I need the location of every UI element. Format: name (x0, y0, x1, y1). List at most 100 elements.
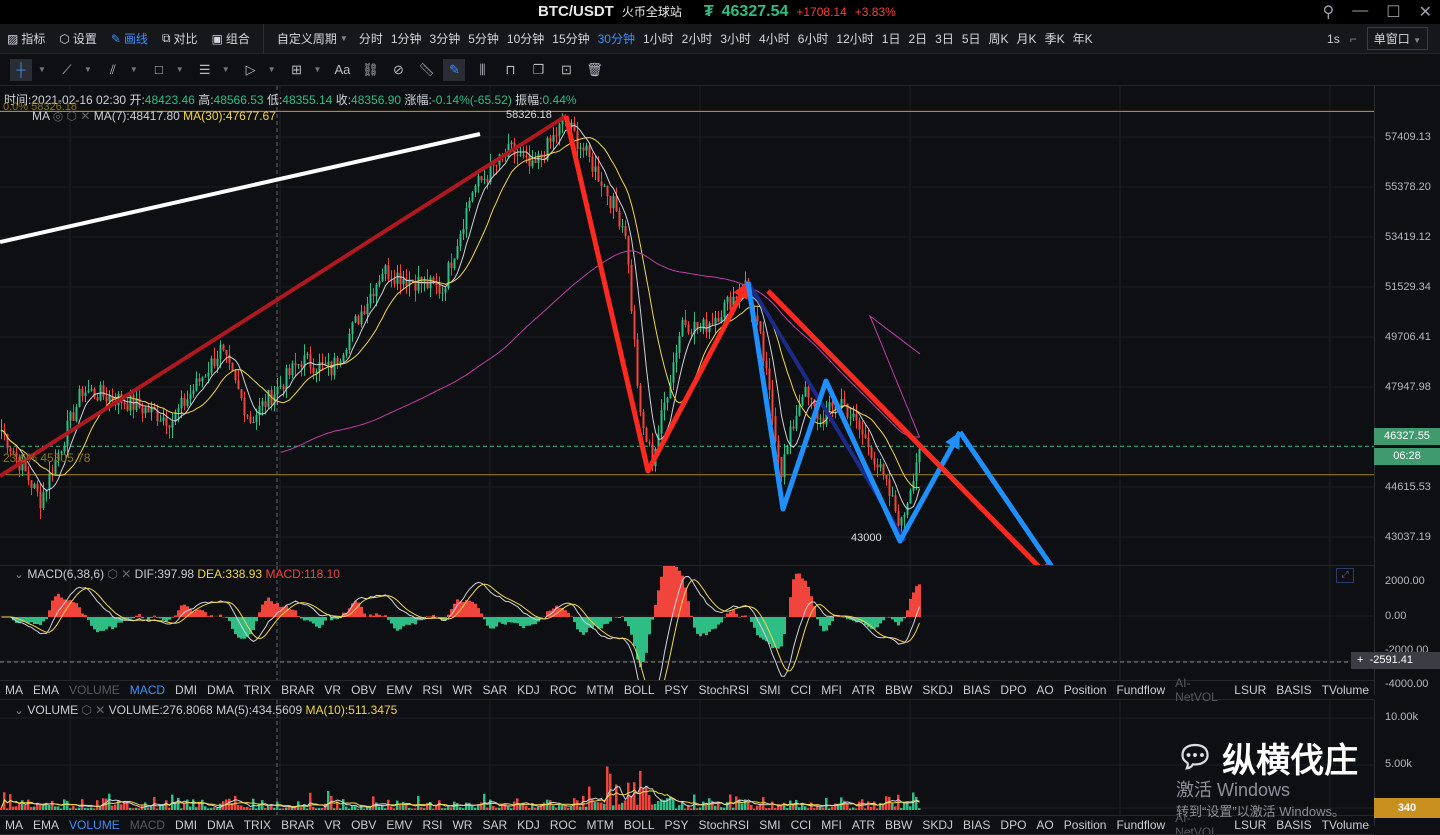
period-8[interactable]: 2小时 (678, 30, 717, 47)
volume-chart[interactable] (0, 700, 1374, 815)
ruler-icon[interactable]: 📏︎ (415, 59, 437, 81)
close-icon[interactable]: ✕ (1419, 2, 1432, 22)
indicator-tab-ao[interactable]: AO (1031, 683, 1058, 697)
chevron-down-icon[interactable]: ▼ (84, 65, 92, 74)
indicator-tab-dma[interactable]: DMA (202, 818, 239, 832)
indicator-tab-dmi[interactable]: DMI (170, 683, 202, 697)
indicator-tab-kdj[interactable]: KDJ (512, 818, 545, 832)
indicator-tab-trix[interactable]: TRIX (239, 818, 276, 832)
indicator-tab-basis[interactable]: BASIS (1271, 818, 1316, 832)
period-1[interactable]: 1分钟 (387, 30, 426, 47)
indicator-tab-dpo[interactable]: DPO (995, 818, 1031, 832)
indicator-tab-mtm[interactable]: MTM (581, 683, 618, 697)
chevron-down-icon[interactable]: ▼ (314, 65, 322, 74)
indicator-tab-roc[interactable]: ROC (545, 818, 582, 832)
indicator-tab-wr[interactable]: WR (447, 818, 477, 832)
draw-button[interactable]: ✎画线 (104, 30, 155, 47)
eye-icon[interactable]: ◎ (53, 109, 63, 123)
indicator-tab-bbw[interactable]: BBW (880, 683, 917, 697)
indicator-tab-vr[interactable]: VR (319, 818, 346, 832)
chevron-down-icon[interactable]: ▼ (268, 65, 276, 74)
lock-icon[interactable]: ⊓ (499, 59, 521, 81)
maximize-icon[interactable]: ☐ (1386, 2, 1400, 22)
indicator-tab-smi[interactable]: SMI (754, 818, 785, 832)
indicator-tab-skdj[interactable]: SKDJ (917, 683, 958, 697)
indicator-tab-cci[interactable]: CCI (786, 683, 817, 697)
compare-button[interactable]: ⧉对比 (155, 30, 205, 47)
trash-icon[interactable]: 🗑︎ (583, 59, 605, 81)
close-icon[interactable]: ✕ (80, 109, 90, 123)
indicator-tab-macd[interactable]: MACD (125, 818, 170, 832)
period-16[interactable]: 5日 (958, 30, 985, 47)
macd-axis[interactable]: 2000.00 0.00 -2000.00 -4000.00 (1374, 565, 1440, 695)
settings-button[interactable]: ⬡设置 (52, 30, 104, 47)
indicator-tab-fundflow[interactable]: Fundflow (1111, 818, 1170, 832)
chevron-down-icon[interactable]: ▼ (38, 65, 46, 74)
indicator-tab-cci[interactable]: CCI (786, 818, 817, 832)
indicator-tab-sar[interactable]: SAR (477, 818, 512, 832)
gear-icon[interactable]: ⬡ (107, 567, 117, 581)
indicator-tab-ao[interactable]: AO (1031, 818, 1058, 832)
bookmark-icon[interactable]: ❐ (527, 59, 549, 81)
indicator-tab-dpo[interactable]: DPO (995, 683, 1031, 697)
indicator-tab-macd[interactable]: MACD (125, 683, 170, 697)
window-mode-select[interactable]: 单窗口 ▼ (1367, 27, 1428, 50)
candlestick-chart[interactable] (0, 86, 1374, 565)
indicator-tab-boll[interactable]: BOLL (619, 683, 660, 697)
period-17[interactable]: 周K (985, 30, 1013, 47)
indicator-tab-brar[interactable]: BRAR (276, 818, 319, 832)
indicator-tab-ma[interactable]: MA (0, 683, 28, 697)
parallel-channel-icon[interactable]: ⫽ (102, 59, 124, 81)
indicator-tab-roc[interactable]: ROC (545, 683, 582, 697)
period-4[interactable]: 10分钟 (503, 30, 548, 47)
custom-period-dropdown[interactable]: 自定义周期▼ (270, 30, 355, 47)
period-13[interactable]: 1日 (878, 30, 905, 47)
chevron-down-icon[interactable]: ▼ (176, 65, 184, 74)
close-icon[interactable]: ✕ (95, 703, 105, 717)
indicator-tab-lsur[interactable]: LSUR (1229, 818, 1271, 832)
indicator-tab-sar[interactable]: SAR (477, 683, 512, 697)
indicator-tab-mtm[interactable]: MTM (581, 818, 618, 832)
period-0[interactable]: 分时 (355, 30, 387, 47)
period-19[interactable]: 季K (1041, 30, 1069, 47)
indicator-tab-stochrsi[interactable]: StochRSI (694, 683, 755, 697)
combine-button[interactable]: ▣组合 (205, 30, 257, 47)
fib-levels-icon[interactable]: ☰ (194, 59, 216, 81)
pattern-icon[interactable]: ▷ (240, 59, 262, 81)
symbol[interactable]: BTC/USDT (538, 3, 614, 20)
indicator-tab-stochrsi[interactable]: StochRSI (694, 818, 755, 832)
indicator-button[interactable]: ▨指标 (0, 30, 52, 47)
link-icon[interactable]: ⛓ (359, 59, 381, 81)
rectangle-icon[interactable]: □ (148, 59, 170, 81)
indicator-tab-boll[interactable]: BOLL (619, 818, 660, 832)
fixed-icon[interactable]: ⫼ (471, 59, 493, 81)
indicator-tab-bias[interactable]: BIAS (958, 683, 995, 697)
indicator-tab-emv[interactable]: EMV (381, 683, 417, 697)
price-axis[interactable]: 57409.1355378.2053419.1251529.3449706.41… (1374, 86, 1440, 565)
indicator-tab-kdj[interactable]: KDJ (512, 683, 545, 697)
indicator-tab-psy[interactable]: PSY (660, 818, 694, 832)
indicator-tab-basis[interactable]: BASIS (1271, 683, 1316, 697)
trendline-icon[interactable]: ⟋ (56, 59, 78, 81)
indicator-tab-volume[interactable]: VOLUME (64, 683, 125, 697)
indicator-tab-position[interactable]: Position (1059, 683, 1112, 697)
indicator-tab-obv[interactable]: OBV (346, 683, 381, 697)
measure-icon[interactable]: ⊞ (286, 59, 308, 81)
indicator-tab-volume[interactable]: VOLUME (64, 818, 125, 832)
chevron-down-icon[interactable]: ⌄ (14, 567, 24, 581)
period-5[interactable]: 15分钟 (548, 30, 593, 47)
macd-chart[interactable] (0, 565, 1374, 680)
indicator-tab-brar[interactable]: BRAR (276, 683, 319, 697)
hide-icon[interactable]: ⊡ (555, 59, 577, 81)
indicator-tab-obv[interactable]: OBV (346, 818, 381, 832)
indicator-tab-tvolume[interactable]: TVolume (1317, 818, 1374, 832)
period-12[interactable]: 12小时 (832, 30, 877, 47)
indicator-tab-atr[interactable]: ATR (847, 683, 880, 697)
indicator-tab-emv[interactable]: EMV (381, 818, 417, 832)
indicator-tab-ma[interactable]: MA (0, 818, 28, 832)
indicator-tab-position[interactable]: Position (1059, 818, 1112, 832)
chevron-down-icon[interactable]: ▼ (130, 65, 138, 74)
refresh-rate[interactable]: 1s (1327, 32, 1340, 46)
period-2[interactable]: 3分钟 (426, 30, 465, 47)
period-14[interactable]: 2日 (904, 30, 931, 47)
